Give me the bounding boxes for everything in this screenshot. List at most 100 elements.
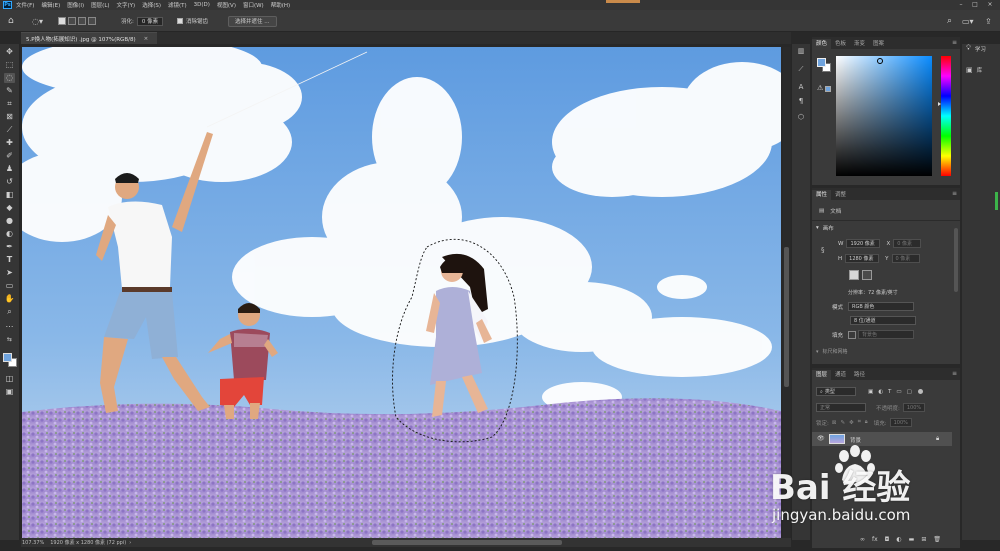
new-selection-icon[interactable] (58, 17, 66, 25)
filter-toggle-icon[interactable] (917, 389, 923, 394)
add-mask-icon[interactable]: ◘ (885, 536, 890, 543)
tab-paths[interactable]: 路径 (850, 370, 869, 380)
height-input[interactable]: 1280 像素 (845, 254, 880, 263)
lock-pixels-icon[interactable]: ⊠ (832, 420, 837, 426)
marquee-tool-icon[interactable]: ⬚ (4, 60, 15, 70)
tab-layers[interactable]: 图层 (812, 370, 832, 380)
quick-mask-icon[interactable]: ◫ (4, 374, 15, 384)
rulers-section-header[interactable]: ▾ 标尺和网格 (816, 348, 848, 356)
antialias-checkbox[interactable] (177, 18, 183, 24)
document-canvas[interactable] (22, 47, 781, 538)
menu-filter[interactable]: 滤镜(T) (168, 1, 187, 9)
eye-icon[interactable]: 👁︎ (817, 435, 825, 442)
fx-icon[interactable]: fx (872, 536, 878, 543)
hand-tool-icon[interactable]: ✋ (4, 294, 15, 304)
brush-settings-icon[interactable]: ⟋ (795, 64, 807, 74)
delete-layer-icon[interactable]: 🗑︎ (933, 536, 941, 543)
tab-color[interactable]: 颜色 (812, 39, 832, 49)
tab-properties[interactable]: 属性 (812, 190, 832, 200)
hue-slider-thumb[interactable] (938, 102, 941, 106)
subtract-selection-icon[interactable] (78, 17, 86, 25)
panel-menu-icon[interactable]: ≡ (952, 190, 957, 197)
paint-bucket-icon[interactable]: ◆ (4, 203, 15, 213)
kind-filter-select[interactable]: ⌕ 类型 (816, 387, 856, 396)
bit-depth-select[interactable]: 8 位/通道 (850, 316, 916, 325)
path-select-icon[interactable]: ➤ (4, 268, 15, 278)
zoom-tool-icon[interactable]: ⌕ (4, 307, 15, 317)
pixel-filter-icon[interactable]: ▣ (868, 389, 873, 395)
menu-help[interactable]: 帮助(H) (271, 1, 290, 9)
menu-3d[interactable]: 3D(D) (194, 2, 210, 8)
history-panel-icon[interactable]: ▥ (795, 46, 807, 56)
width-input[interactable]: 1920 像素 (846, 239, 881, 248)
canvas-section-header[interactable]: ▾ 画布 (816, 224, 834, 232)
picker-cursor[interactable] (877, 58, 883, 64)
screen-mode-icon[interactable]: ▣ (4, 387, 15, 397)
tab-swatches[interactable]: 色板 (831, 39, 850, 49)
close-tab-icon[interactable]: × (144, 36, 149, 42)
blend-mode-select[interactable]: 正常 (816, 403, 866, 412)
mode-select[interactable]: RGB 颜色 (848, 302, 915, 311)
type-tool-icon[interactable]: T (4, 255, 15, 265)
3d-panel-icon[interactable]: ⬡ (795, 112, 807, 122)
menu-edit[interactable]: 编辑(E) (41, 1, 60, 9)
y-input[interactable]: 0 像素 (891, 254, 920, 263)
menu-view[interactable]: 视图(V) (217, 1, 236, 9)
select-and-mask-button[interactable]: 选择并遮住 ... (228, 15, 277, 27)
dodge-tool-icon[interactable]: ◐ (4, 229, 15, 239)
rectangle-tool-icon[interactable]: ▭ (4, 281, 15, 291)
close-window-icon[interactable]: × (985, 1, 995, 9)
type-filter-icon[interactable]: T (888, 389, 891, 395)
lock-artboard-icon[interactable]: ⌗ (858, 419, 861, 426)
document-tab[interactable]: 5.P换人物(拓展知识) .jpg @ 107%(RGB/8) × (21, 32, 157, 44)
add-selection-icon[interactable] (68, 17, 76, 25)
eyedropper-tool-icon[interactable]: ⟋ (4, 125, 15, 135)
quick-select-tool-icon[interactable]: ✎ (4, 86, 15, 96)
layer-name[interactable]: 背景 (850, 436, 861, 444)
menu-select[interactable]: 选择(S) (142, 1, 161, 9)
fill-input[interactable]: 100% (889, 418, 912, 427)
web-color-swatch[interactable] (825, 86, 831, 92)
swap-colors-icon[interactable]: ⇆ (4, 335, 15, 345)
paragraph-panel-icon[interactable]: ¶ (795, 96, 807, 106)
horizontal-scrollbar[interactable] (372, 540, 562, 545)
lasso-tool-icon[interactable]: ◌ (4, 73, 15, 83)
panel-menu-icon[interactable]: ≡ (952, 39, 957, 46)
share-icon[interactable]: ⇪ (985, 16, 992, 26)
intersect-selection-icon[interactable] (88, 17, 96, 25)
document-info[interactable]: 1920 像素 x 1280 像素 (72 ppi) (50, 539, 126, 546)
search-icon[interactable]: ⌕ (947, 16, 952, 26)
maximize-icon[interactable]: □ (970, 1, 980, 9)
tab-adjustments[interactable]: 调整 (831, 190, 850, 200)
pen-tool-icon[interactable]: ✒ (4, 242, 15, 252)
clone-stamp-icon[interactable]: ♟ (4, 164, 15, 174)
hue-slider[interactable] (938, 56, 951, 176)
foreground-color-swatch[interactable] (3, 353, 12, 362)
chevron-down-icon[interactable]: ▾ (816, 225, 819, 231)
opacity-input[interactable]: 100% (902, 403, 926, 412)
x-input[interactable]: 0 像素 (893, 239, 922, 248)
lasso-preset-icon[interactable]: ◌▾ (32, 16, 43, 26)
zoom-level[interactable]: 107.37% (22, 540, 44, 546)
workspace-icon[interactable]: ▭▾ (962, 16, 974, 26)
menu-file[interactable]: 文件(F) (16, 1, 34, 9)
smart-filter-icon[interactable]: ▢ (907, 389, 912, 395)
tab-gradients[interactable]: 渐变 (850, 39, 869, 49)
properties-scrollbar[interactable] (954, 228, 958, 292)
lock-move-icon[interactable]: ✥ (849, 420, 854, 426)
menu-image[interactable]: 图像(I) (67, 1, 84, 9)
new-group-icon[interactable]: ▬ (909, 536, 915, 543)
tab-channels[interactable]: 通道 (831, 370, 850, 380)
tab-patterns[interactable]: 图案 (869, 39, 888, 49)
move-tool-icon[interactable]: ✥ (4, 47, 15, 57)
link-layers-icon[interactable]: ∞ (860, 536, 865, 543)
home-icon[interactable]: ⌂ (8, 16, 14, 26)
lock-all-icon[interactable]: 🔒︎ (865, 419, 868, 426)
crop-tool-icon[interactable]: ⌗ (4, 99, 15, 109)
shape-filter-icon[interactable]: ▭ (896, 389, 901, 395)
healing-brush-icon[interactable]: ✚ (4, 138, 15, 148)
fill-swatch[interactable] (848, 330, 857, 339)
menu-window[interactable]: 窗口(W) (243, 1, 264, 9)
menu-layer[interactable]: 图层(L) (91, 1, 109, 9)
vertical-scrollbar[interactable] (783, 47, 790, 538)
